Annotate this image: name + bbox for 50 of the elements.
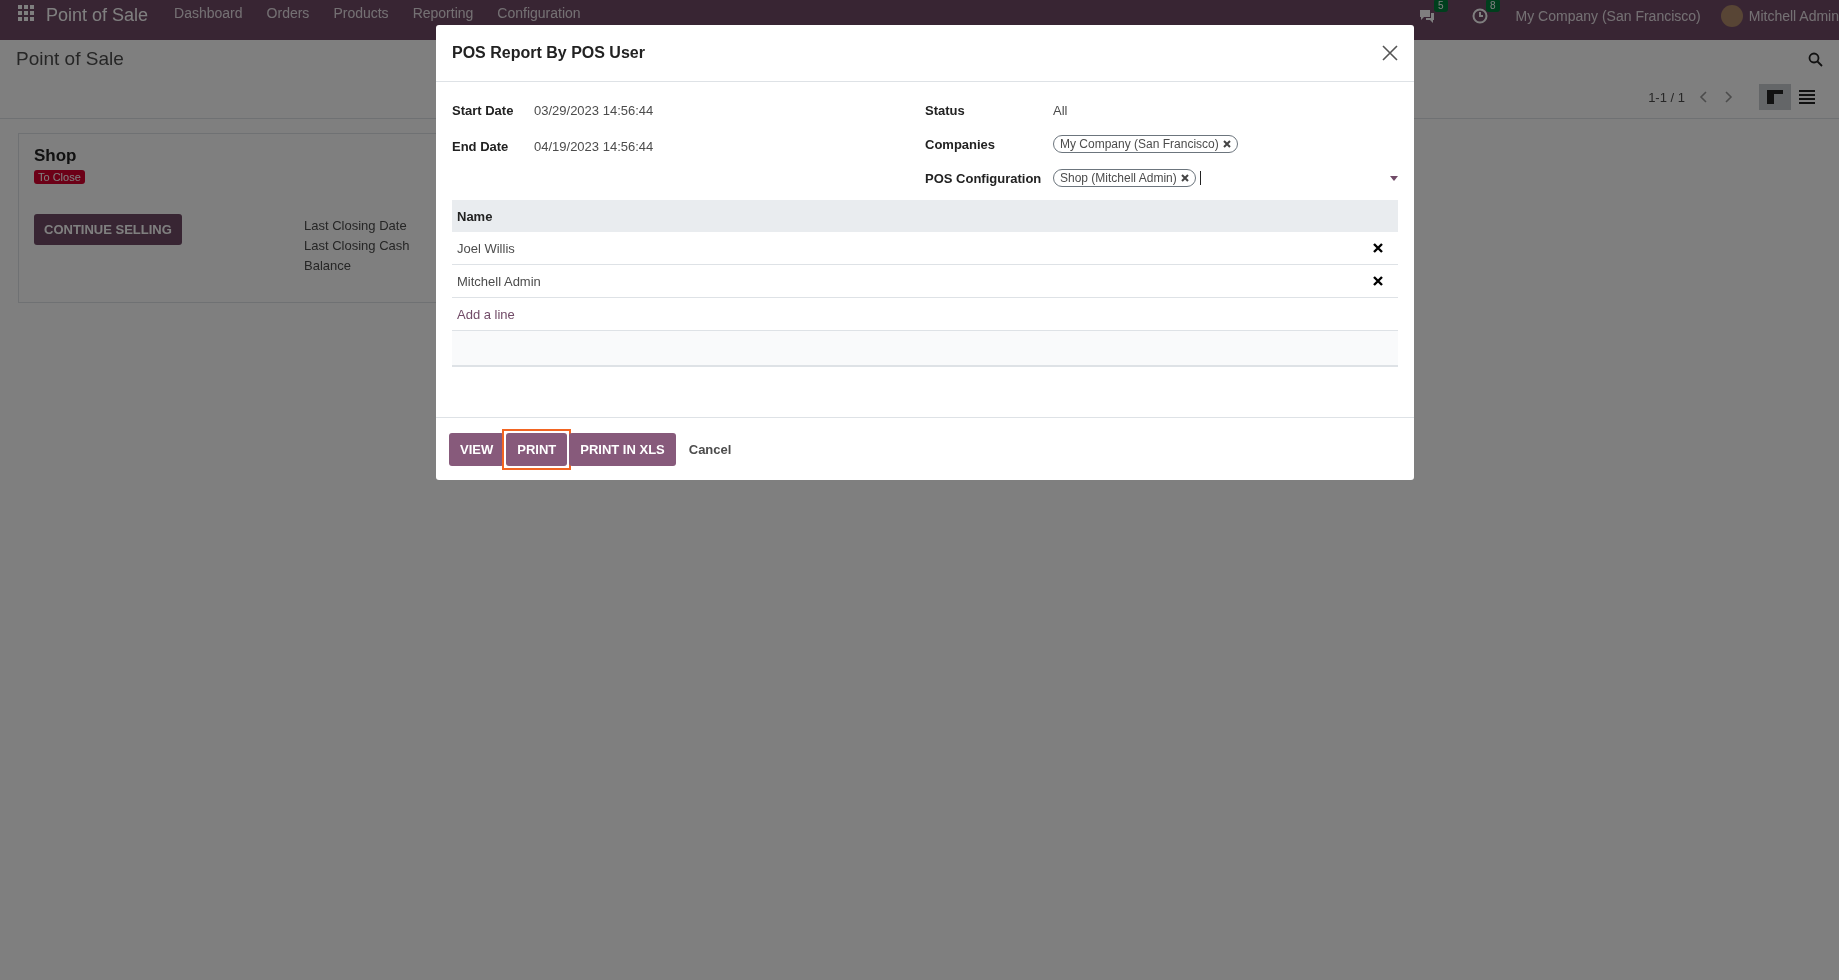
date-field[interactable]: 03/29/2023 14:56:44 (534, 102, 654, 118)
apps-grid-icon[interactable] (18, 5, 34, 21)
dropdown-caret-icon[interactable] (1390, 175, 1398, 181)
field-label: Status (925, 102, 966, 118)
tag-text: My Company (San Francisco) (1060, 137, 1219, 151)
menu-item[interactable]: Configuration (497, 5, 581, 21)
card-title: Shop (34, 146, 78, 166)
table-cell: Mitchell Admin (457, 273, 541, 289)
tag-text: Shop (Mitchell Admin) (1060, 171, 1177, 185)
card-label: Balance (304, 257, 351, 275)
continue-selling-button[interactable]: CONTINUE SELLING (34, 214, 182, 245)
field-label: POS Configuration (925, 170, 1043, 186)
kanban-view-button[interactable] (1759, 84, 1791, 110)
menu-item[interactable]: Reporting (412, 5, 474, 21)
search-icon[interactable] (1808, 51, 1823, 67)
card-label: Last Closing Date (304, 217, 407, 235)
dialog-button[interactable]: VIEW (449, 432, 505, 466)
date-field[interactable]: 04/19/2023 14:56:44 (534, 138, 654, 154)
field-label: End Date (452, 138, 510, 154)
status-field[interactable]: All (1053, 102, 1068, 118)
remove-icon[interactable] (1180, 174, 1189, 182)
card-label: Last Closing Cash (304, 237, 410, 255)
menu-item[interactable]: Orders (266, 5, 310, 21)
pager-value: 1-1 / 1 (1648, 89, 1685, 105)
company-name[interactable]: My Company (San Francisco) (1515, 8, 1701, 24)
add-line-link[interactable]: Add a line (457, 306, 515, 322)
message-count: 5 (1434, 0, 1448, 12)
activity-count: 8 (1486, 0, 1500, 12)
column-header: Name (457, 208, 493, 224)
table-cell: Joel Willis (457, 240, 515, 256)
kanban-icon (1767, 90, 1783, 104)
delete-icon[interactable] (1373, 276, 1383, 286)
menu-item[interactable]: Products (333, 5, 389, 21)
field-label: Start Date (452, 102, 515, 118)
list-icon (1799, 90, 1815, 104)
user-name[interactable]: Mitchell Admin (1748, 8, 1839, 24)
delete-icon[interactable] (1373, 243, 1383, 253)
menu-item[interactable]: Dashboard (174, 5, 243, 21)
cancel-button[interactable]: Cancel (677, 432, 743, 466)
status-badge: To Close (34, 170, 85, 184)
dialog-button[interactable]: PRINT IN XLS (569, 432, 676, 466)
chat-icon[interactable] (1417, 8, 1436, 24)
close-icon[interactable] (1382, 45, 1398, 61)
remove-icon[interactable] (1222, 140, 1231, 148)
page-title: Point of Sale (16, 48, 124, 70)
clock-icon[interactable] (1471, 8, 1488, 24)
dialog-title: POS Report By POS User (452, 44, 645, 62)
app-name[interactable]: Point of Sale (46, 5, 149, 26)
field-label: Companies (925, 136, 997, 152)
dialog-button[interactable]: PRINT (506, 432, 568, 466)
